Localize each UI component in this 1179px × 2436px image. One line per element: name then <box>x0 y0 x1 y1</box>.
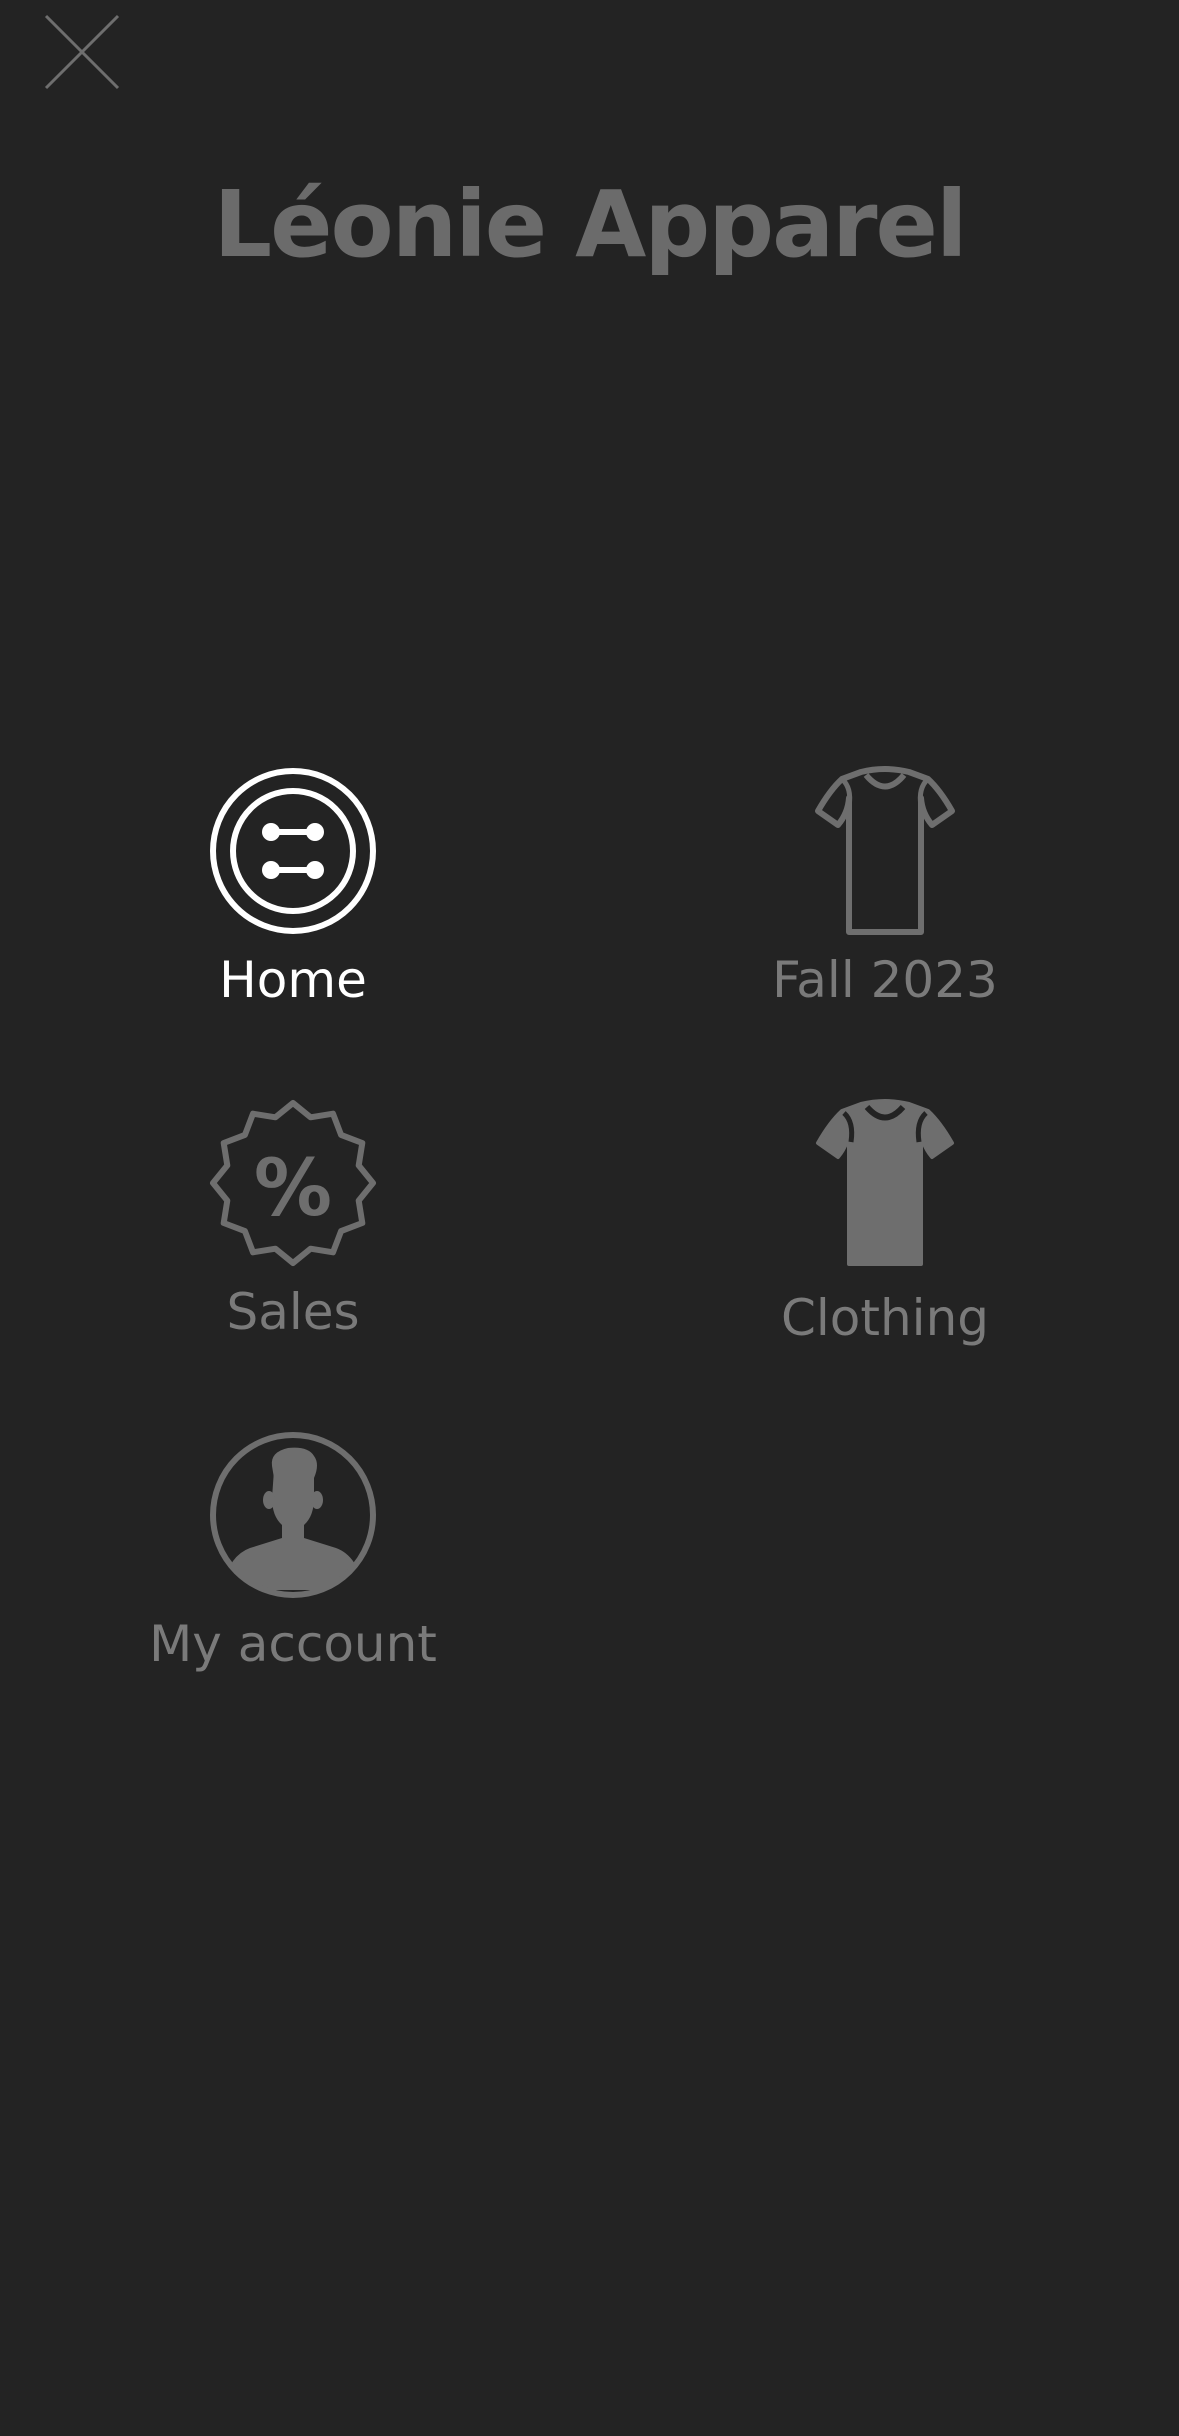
menu-item-my-account[interactable]: My account <box>103 1430 483 1674</box>
menu-item-label: Fall 2023 <box>772 951 998 1009</box>
svg-text:%: % <box>254 1144 332 1234</box>
brand-title: Léonie Apparel <box>213 171 968 278</box>
menu-item-label: Clothing <box>780 1289 989 1347</box>
user-avatar-icon <box>210 1432 376 1598</box>
close-icon <box>44 14 120 90</box>
close-button[interactable] <box>42 12 122 92</box>
menu-item-clothing[interactable]: Clothing <box>695 1098 1075 1348</box>
button-icon <box>210 768 376 934</box>
menu-item-sales[interactable]: % Sales <box>103 1098 483 1342</box>
menu-item-home[interactable]: Home <box>103 766 483 1010</box>
menu-item-label: Sales <box>226 1283 360 1341</box>
tshirt-outline-icon <box>815 766 955 935</box>
percent-badge-icon: % <box>210 1100 376 1266</box>
menu-item-label: My account <box>149 1615 437 1673</box>
menu-item-label: Home <box>219 951 367 1009</box>
tshirt-filled-icon <box>816 1099 954 1266</box>
menu-item-fall-2023[interactable]: Fall 2023 <box>695 766 1075 1010</box>
